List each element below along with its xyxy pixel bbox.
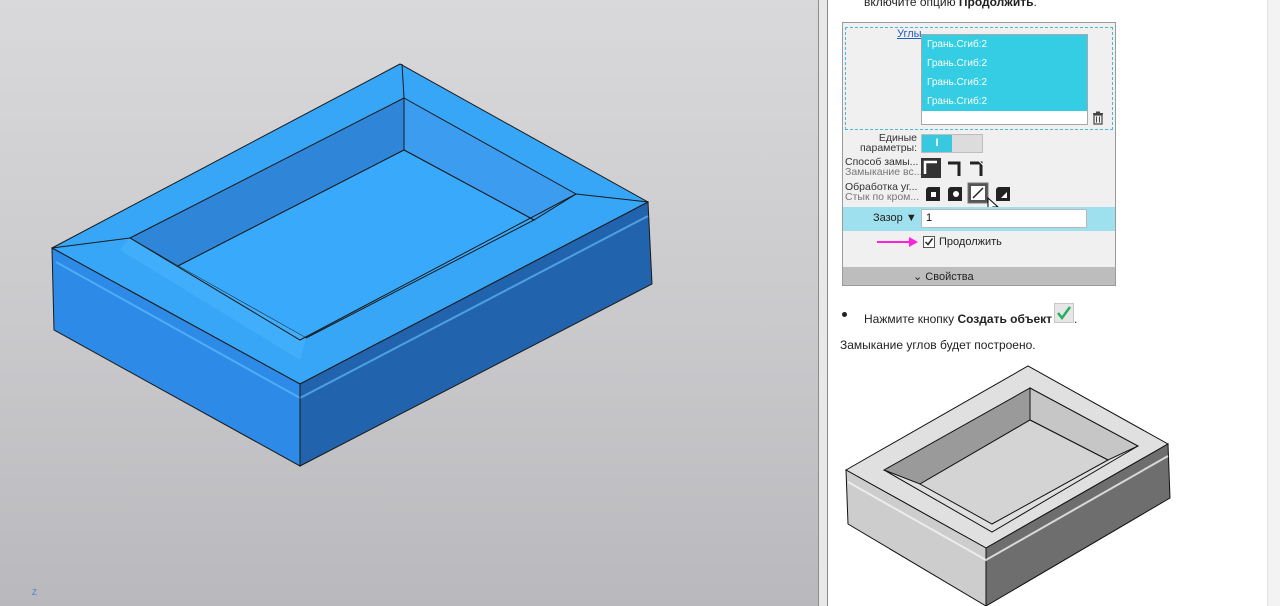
bullet-marker: [842, 312, 847, 317]
checkmark-icon: [924, 238, 934, 246]
continue-checkbox[interactable]: [923, 236, 935, 248]
axis-indicator-z: Z: [32, 588, 37, 597]
help-scrollbar[interactable]: [1267, 0, 1280, 606]
sheet-metal-box-model: [50, 63, 653, 467]
closure-overlap-icon[interactable]: [921, 158, 941, 178]
result-box-illustration: [844, 365, 1171, 606]
model-viewport[interactable]: Z: [0, 0, 818, 606]
caret-down-icon: ▼: [905, 212, 917, 224]
list-item[interactable]: Грань.Сгиб:2: [922, 54, 1087, 73]
closure-butt-icon[interactable]: [945, 158, 965, 178]
corner-none-icon[interactable]: [923, 184, 943, 204]
pointer-arrow-icon: [877, 237, 918, 247]
corners-list[interactable]: Грань.Сгиб:2 Грань.Сгиб:2 Грань.Сгиб:2 Г…: [921, 34, 1088, 125]
gap-input[interactable]: 1: [921, 209, 1087, 228]
create-object-text: Нажмите кнопку Создать объект: [864, 312, 1053, 326]
unified-params-label: Единые параметры:: [859, 132, 917, 154]
corner-square-relief-icon[interactable]: [967, 182, 989, 204]
corners-link[interactable]: Углы: [897, 28, 922, 40]
result-text: Замыкание углов будет построено.: [840, 338, 1036, 352]
properties-panel: Углы Грань.Сгиб:2 Грань.Сгиб:2 Грань.Сги…: [842, 22, 1116, 286]
help-top-text: включите опцию Продолжить.: [864, 0, 1037, 9]
chevron-down-icon: ⌄: [913, 271, 923, 283]
create-object-period: .: [1074, 312, 1078, 326]
unified-params-toggle[interactable]: I: [921, 134, 983, 153]
pane-splitter[interactable]: [818, 0, 828, 606]
gap-row: Зазор ▼ 1: [843, 207, 1115, 231]
help-pane: включите опцию Продолжить. Углы Грань.Сг…: [828, 0, 1280, 606]
list-item[interactable]: Грань.Сгиб:2: [922, 73, 1087, 92]
check-green-icon: [1057, 306, 1072, 321]
trash-icon[interactable]: [1091, 111, 1105, 125]
list-item[interactable]: Грань.Сгиб:2: [922, 35, 1087, 54]
gap-label[interactable]: Зазор ▼: [873, 212, 917, 224]
closure-all-label: Замыкание вс...: [845, 166, 923, 178]
list-item[interactable]: Грань.Сгиб:2: [922, 92, 1087, 111]
create-object-button: [1054, 303, 1074, 323]
properties-expander[interactable]: ⌄ Свойства: [843, 267, 1115, 285]
closure-miter-icon[interactable]: [967, 158, 987, 178]
edge-joint-label: Стык по кром...: [845, 191, 920, 203]
corner-round-icon[interactable]: [945, 184, 965, 204]
continue-label[interactable]: Продолжить: [939, 236, 1002, 248]
